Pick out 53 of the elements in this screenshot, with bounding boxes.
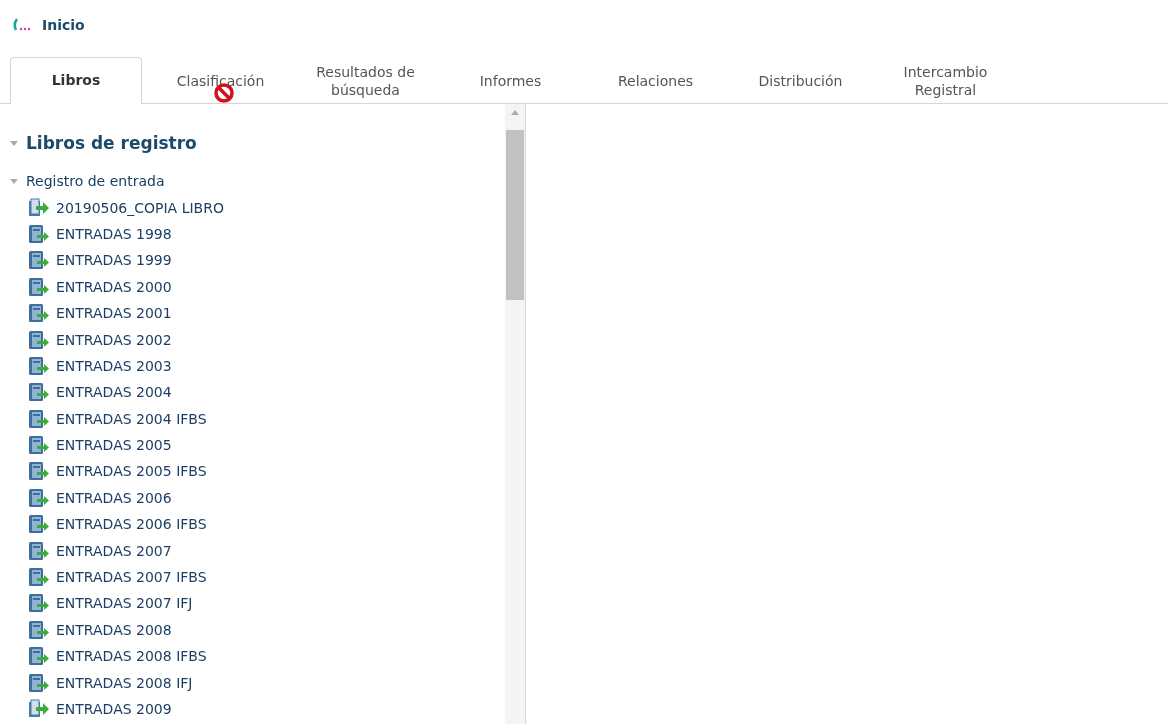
book-icon	[28, 567, 50, 588]
book-icon	[28, 408, 50, 429]
tab[interactable]: Resultados de búsqueda	[293, 58, 438, 104]
tree-item[interactable]: ENTRADAS 2009	[56, 701, 172, 717]
book-icon	[28, 461, 50, 482]
tree-item[interactable]: ENTRADAS 2004	[56, 384, 172, 401]
tree-item[interactable]: ENTRADAS 2002	[56, 331, 172, 348]
book-icon	[28, 672, 50, 693]
tree-item[interactable]: 20190506_COPIA LIBRO	[56, 199, 224, 216]
tree-item[interactable]: ENTRADAS 2004 IFBS	[56, 410, 207, 427]
tree-item[interactable]: ENTRADAS 2000	[56, 278, 172, 295]
book-icon	[28, 540, 50, 561]
tab[interactable]: Informes	[438, 58, 583, 104]
book-icon	[28, 223, 50, 244]
copy-book-icon	[28, 197, 50, 218]
tree-item[interactable]: ENTRADAS 2006	[56, 489, 172, 506]
tree-item[interactable]: ENTRADAS 2005 IFBS	[56, 463, 207, 480]
book-icon	[28, 514, 50, 535]
tree-item[interactable]: ENTRADAS 2005	[56, 437, 172, 454]
book-icon	[28, 619, 50, 640]
scrollbar-thumb[interactable]	[506, 130, 524, 300]
book-icon	[28, 250, 50, 271]
tab[interactable]: Intercambio Registral	[873, 58, 1018, 104]
tree-item[interactable]: ENTRADAS 2006 IFBS	[56, 516, 207, 533]
tree-node[interactable]: Libros de registro	[26, 133, 197, 153]
book-icon	[28, 355, 50, 376]
tree-item[interactable]: ENTRADAS 1998	[56, 225, 172, 242]
page-title: Inicio	[42, 17, 85, 33]
tree-item[interactable]: ENTRADAS 2007 IFBS	[56, 569, 207, 586]
book-icon	[28, 382, 50, 403]
tab[interactable]: Distribución	[728, 58, 873, 104]
tab[interactable]: Relaciones	[583, 58, 728, 104]
tree-item[interactable]: ENTRADAS 2007	[56, 542, 172, 559]
book-icon	[28, 276, 50, 297]
book-icon	[28, 435, 50, 456]
book-icon	[28, 646, 50, 667]
collapse-arrow-icon[interactable]	[10, 177, 18, 186]
tree-item[interactable]: ENTRADAS 2008 IFJ	[56, 674, 193, 691]
book-icon	[28, 487, 50, 508]
tree-item[interactable]: ENTRADAS 1999	[56, 252, 172, 269]
tree-node[interactable]: Registro de entrada	[26, 173, 165, 190]
tree-item[interactable]: ENTRADAS 2008 IFBS	[56, 648, 207, 665]
tab[interactable]: Libros	[10, 57, 142, 104]
copy-book-icon	[28, 699, 50, 719]
tree-item[interactable]: ENTRADAS 2008	[56, 621, 172, 638]
tree-item[interactable]: ENTRADAS 2001	[56, 305, 172, 322]
collapse-arrow-icon[interactable]	[10, 139, 18, 147]
tree-item[interactable]: ENTRADAS 2007 IFJ	[56, 595, 193, 612]
book-icon	[28, 593, 50, 614]
book-icon	[28, 329, 50, 350]
tree-item[interactable]: ENTRADAS 2003	[56, 357, 172, 374]
book-icon	[28, 303, 50, 324]
tab[interactable]: Clasificación	[148, 58, 293, 104]
